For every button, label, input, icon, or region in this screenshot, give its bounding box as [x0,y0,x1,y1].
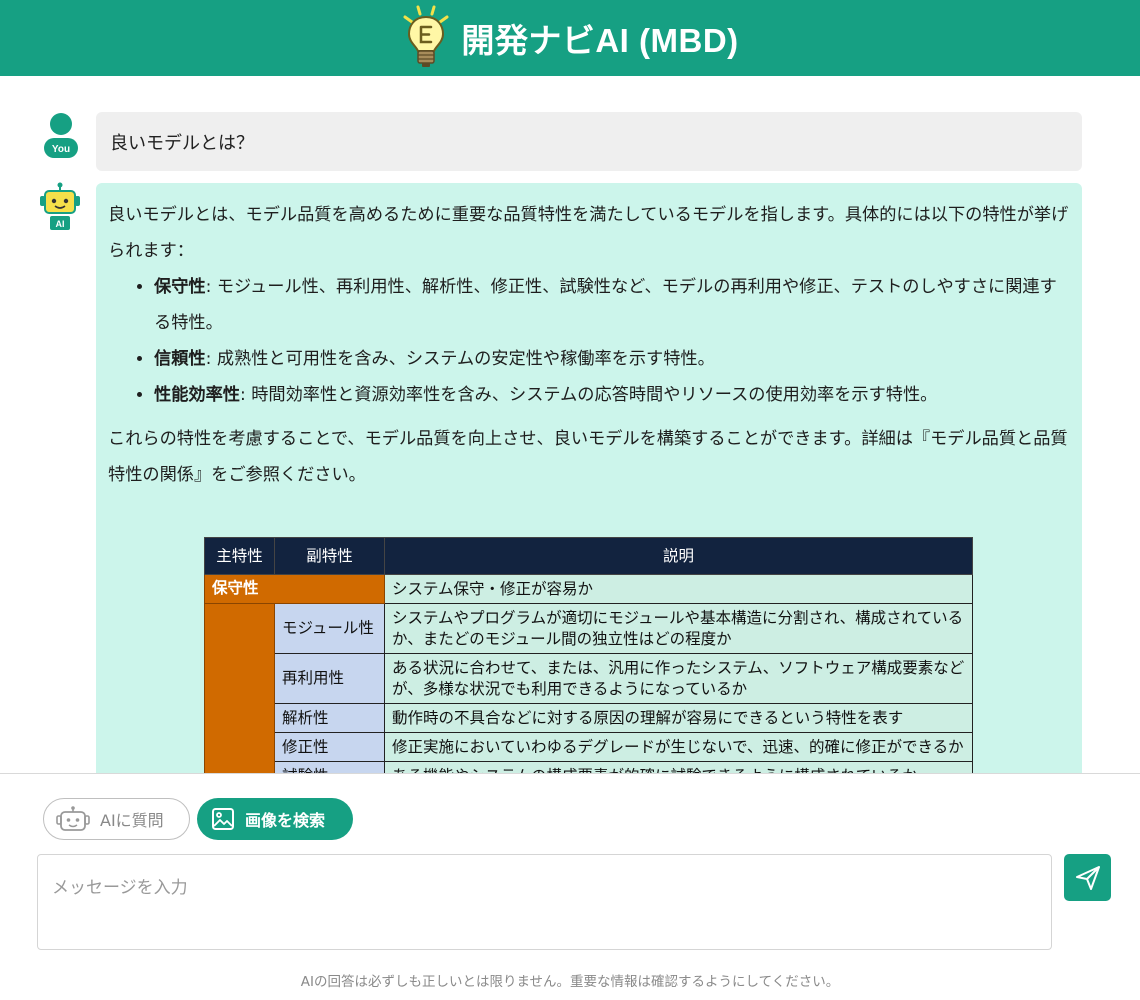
ai-response-list: 保守性: モジュール性、再利用性、解析性、修正性、試験性など、モデルの再利用や修… [108,269,1070,413]
table-row: 解析性 動作時の不具合などに対する原因の理解が容易にできるという特性を表す [205,703,973,733]
table-row: 修正性 修正実施においていわゆるデグレードが生じないで、迅速、的確に修正ができる… [205,732,973,762]
sub-characteristic-cell: 試験性 [274,761,385,773]
ai-response-intro: 良いモデルとは、モデル品質を高めるために重要な品質特性を満たしているモデルを指し… [108,205,1069,261]
list-item-text: : モジュール性、再利用性、解析性、修正性、試験性など、モデルの再利用や修正、テ… [154,277,1057,333]
message-input-placeholder: メッセージを入力 [52,878,188,898]
sub-characteristic-cell: 再利用性 [274,653,385,704]
table-header-cell: 副特性 [274,537,385,575]
chat-area[interactable]: You 良いモデルとは？ AI 良いモデルとは、モデル品質を高めるために重要な品… [0,76,1140,773]
table-header-cell: 説明 [384,537,973,575]
send-button[interactable] [1064,854,1111,901]
table-row: 保守性 システム保守・修正が容易か [204,574,973,604]
list-item: 性能効率性: 時間効率性と資源効率性を含み、システムの応答時間やリソースの使用効… [154,377,1070,413]
description-cell: 修正実施においていわゆるデグレードが生じないで、迅速、的確に修正ができるか [384,732,973,762]
ai-avatar-label: AI [56,219,65,229]
list-item: 信頼性: 成熟性と可用性を含み、システムの安定性や稼働率を示す特性。 [154,341,1070,377]
table-row: モジュール性 システムやプログラムが適切にモジュールや基本構造に分割され、構成さ… [204,603,973,773]
list-item-text: : 成熟性と可用性を含み、システムの安定性や稼働率を示す特性。 [205,349,715,369]
ask-ai-button[interactable]: AIに質問 [43,798,190,840]
user-avatar-label: You [52,144,70,155]
disclaimer-text: AIの回答は必ずしも正しいとは限りません。重要な情報は確認するようにしてください… [300,974,840,990]
send-icon [1075,865,1100,890]
app-title: 開発ナビAI (MBD) [461,22,739,59]
user-avatar-icon: You [44,113,78,158]
input-panel: AIに質問 画像を検索 メッセージを入力 AIの回答は必ずしも正しいとは限りませ… [0,773,1140,1000]
list-item-term: 性能効率性 [154,385,240,405]
list-item-term: 信頼性 [154,349,206,369]
list-item-text: : 時間効率性と資源効率性を含み、システムの応答時間やリソースの使用効率を示す特… [239,385,938,405]
list-item: 保守性: モジュール性、再利用性、解析性、修正性、試験性など、モデルの再利用や修… [154,269,1070,341]
ai-avatar-icon: AI [40,182,80,230]
ask-ai-label: AIに質問 [100,811,164,830]
table-header-cell: 主特性 [204,537,275,575]
quality-characteristics-table: 主特性 副特性 説明 保守性 システム保守・修正が容易か モジュール性 システム… [204,537,973,773]
description-cell: システム保守・修正が容易か [384,574,973,604]
ai-response-conclusion: これらの特性を考慮することで、モデル品質を向上させ、良いモデルを構築することがで… [108,429,1068,485]
image-search-label: 画像を検索 [245,811,326,830]
app-header: 開発ナビAI (MBD) [0,0,1140,76]
description-cell: 動作時の不具合などに対する原因の理解が容易にできるという特性を表す [384,703,973,733]
lightbulb-e-icon [403,5,449,67]
description-cell: システムやプログラムが適切にモジュールや基本構造に分割され、構成されているか、ま… [384,603,973,654]
robot-icon [56,806,90,831]
user-message-bubble: 良いモデルとは？ [96,112,1082,171]
description-cell: ある機能やシステムの構成要素が的確に試験できるように構成されているか [384,761,973,773]
table-row: 再利用性 ある状況に合わせて、または、汎用に作ったシステム、ソフトウェア構成要素… [205,653,973,704]
sub-characteristic-cell: モジュール性 [274,603,385,654]
list-item-term: 保守性 [154,277,206,297]
table-row: 試験性 ある機能やシステムの構成要素が的確に試験できるように構成されているか [205,761,973,773]
main-characteristic-fill [204,603,275,773]
image-search-button[interactable]: 画像を検索 [197,798,353,840]
table-header-row: 主特性 副特性 説明 [204,537,973,575]
ai-message-bubble: 良いモデルとは、モデル品質を高めるために重要な品質特性を満たしているモデルを指し… [96,183,1082,773]
message-input[interactable]: メッセージを入力 [37,854,1052,950]
user-message-text: 良いモデルとは？ [110,133,254,154]
image-icon [212,808,234,830]
sub-characteristic-cell: 解析性 [274,703,385,733]
main-characteristic-cell: 保守性 [204,574,385,604]
description-cell: ある状況に合わせて、または、汎用に作ったシステム、ソフトウェア構成要素などが、多… [384,653,973,704]
sub-characteristic-cell: 修正性 [274,732,385,762]
